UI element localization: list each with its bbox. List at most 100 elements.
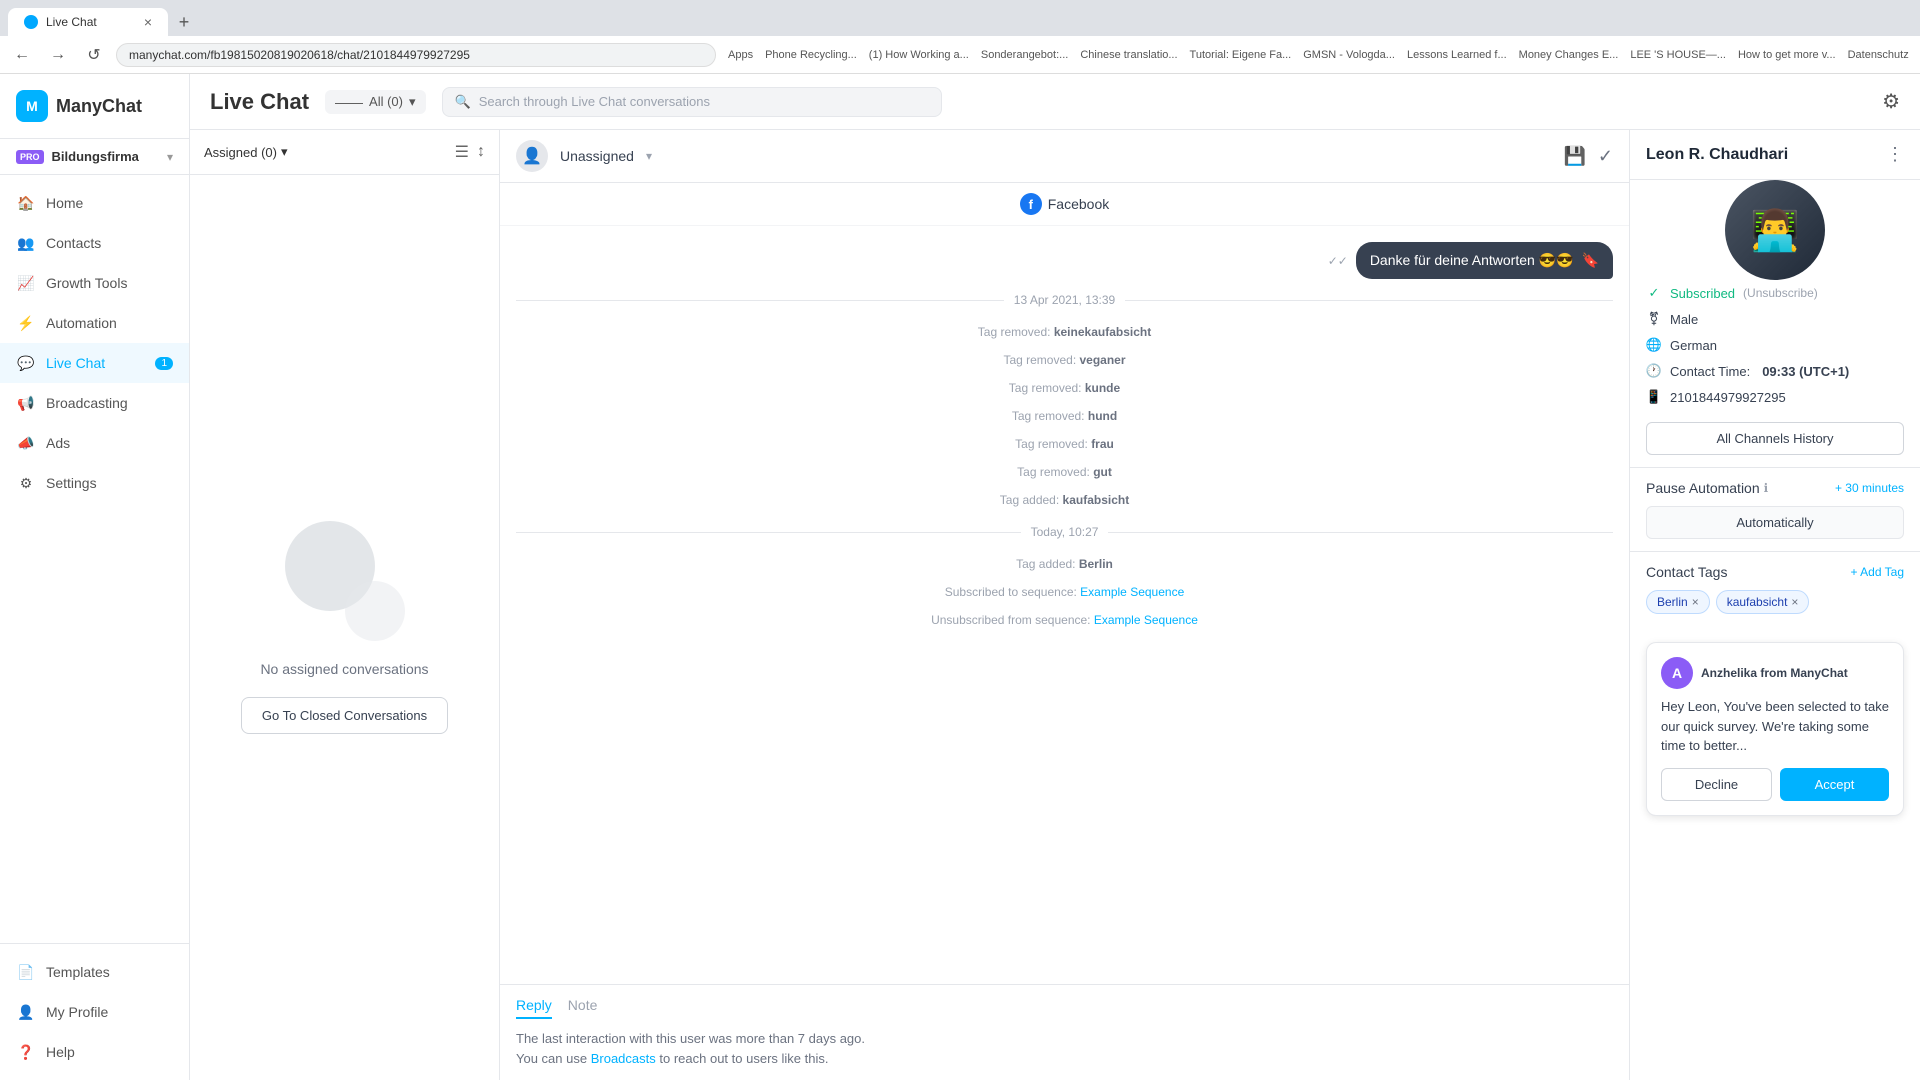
sidebar-item-templates[interactable]: 📄 Templates: [0, 952, 189, 992]
message-check-icon: ✓✓: [1328, 254, 1348, 268]
bookmark-8[interactable]: Money Changes E...: [1515, 47, 1623, 63]
sequence-link-1[interactable]: Example Sequence: [1080, 585, 1184, 599]
main-content: Assigned (0) ▾ ☰ ↕ No assigned conversat…: [190, 130, 1920, 1080]
live-chat-badge: 1: [155, 357, 173, 370]
active-tab[interactable]: Live Chat ×: [8, 8, 168, 36]
event-sequence-1: Subscribed to sequence: Example Sequence: [516, 581, 1613, 603]
sidebar-item-ads[interactable]: 📣 Ads: [0, 423, 189, 463]
home-icon: 🏠: [16, 193, 36, 213]
contact-details: ✓ Subscribed (Unsubscribe) ⚧ Male 🌐 Germ…: [1630, 280, 1920, 410]
language-row: 🌐 German: [1646, 332, 1904, 358]
event-line-4: Tag removed: hund: [516, 405, 1613, 427]
bookmark-11[interactable]: Datenschutz - Re...: [1844, 47, 1912, 63]
app: M ManyChat PRO Bildungsfirma ▾ 🏠 Home 👥 …: [0, 74, 1920, 1080]
sidebar-item-live-chat[interactable]: 💬 Live Chat 1: [0, 343, 189, 383]
tag-remove-icon[interactable]: ×: [1692, 595, 1699, 609]
address-bar[interactable]: manychat.com/fb19815020819020618/chat/21…: [116, 43, 716, 67]
sidebar-item-my-profile[interactable]: 👤 My Profile: [0, 992, 189, 1032]
close-tab-icon[interactable]: ×: [144, 14, 152, 30]
tags-header: Contact Tags + Add Tag: [1646, 564, 1904, 580]
timestamp-divider-2: Today, 10:27: [516, 517, 1613, 547]
notif-avatar: A: [1661, 657, 1693, 689]
notif-decline-button[interactable]: Decline: [1661, 768, 1772, 801]
bookmark-7[interactable]: Lessons Learned f...: [1403, 47, 1511, 63]
forward-button[interactable]: →: [44, 41, 72, 69]
bookmark-10[interactable]: How to get more v...: [1734, 47, 1840, 63]
event-line-3: Tag removed: kunde: [516, 377, 1613, 399]
sidebar-item-label: Growth Tools: [46, 275, 127, 291]
bookmark-apps[interactable]: Apps: [724, 47, 757, 63]
bookmark-3[interactable]: Sonderangebot:...: [977, 47, 1072, 63]
conv-empty-state: No assigned conversations Go To Closed C…: [190, 175, 499, 1080]
automatically-button[interactable]: Automatically: [1646, 506, 1904, 539]
save-icon[interactable]: 💾: [1563, 146, 1585, 167]
search-bar[interactable]: 🔍 Search through Live Chat conversations: [442, 87, 942, 117]
chat-header-actions: 💾 ✓: [1563, 146, 1613, 167]
sidebar-item-label: Help: [46, 1044, 75, 1060]
gender-value: Male: [1670, 312, 1698, 327]
sidebar-item-broadcasting[interactable]: 📢 Broadcasting: [0, 383, 189, 423]
sidebar-item-label: Home: [46, 195, 83, 211]
event-line-5: Tag removed: frau: [516, 433, 1613, 455]
refresh-button[interactable]: ↺: [80, 41, 108, 69]
sidebar-item-growth-tools[interactable]: 📈 Growth Tools: [0, 263, 189, 303]
chevron-down-icon: ▾: [167, 150, 173, 164]
reply-notice: The last interaction with this user was …: [516, 1029, 1613, 1068]
info-icon: ℹ: [1764, 481, 1769, 495]
assignee-label: Unassigned: [560, 148, 634, 164]
filter-chevron-icon: ▾: [409, 94, 416, 110]
page-title: Live Chat: [210, 89, 309, 115]
contact-menu-icon[interactable]: ⋮: [1886, 144, 1904, 165]
new-tab-button[interactable]: +: [170, 8, 198, 36]
add-tag-button[interactable]: + Add Tag: [1851, 565, 1905, 579]
empty-state-icon: [285, 521, 405, 641]
sidebar-item-automation[interactable]: ⚡ Automation: [0, 303, 189, 343]
all-channels-history-button[interactable]: All Channels History: [1646, 422, 1904, 455]
bookmark-4[interactable]: Chinese translatio...: [1076, 47, 1181, 63]
timestamp-divider-1: 13 Apr 2021, 13:39: [516, 285, 1613, 315]
conv-list-header: Assigned (0) ▾ ☰ ↕: [190, 130, 499, 175]
chat-header: 👤 Unassigned ▾ 💾 ✓: [500, 130, 1629, 183]
bookmark-6[interactable]: GMSN - Vologda...: [1299, 47, 1399, 63]
assigned-dropdown[interactable]: Assigned (0) ▾: [204, 144, 288, 160]
empty-state-text: No assigned conversations: [260, 661, 428, 677]
broadcasts-link[interactable]: Broadcasts: [591, 1051, 656, 1066]
reply-area: Reply Note The last interaction with thi…: [500, 984, 1629, 1080]
sidebar-item-help[interactable]: ❓ Help: [0, 1032, 189, 1072]
ads-icon: 📣: [16, 433, 36, 453]
avatar-container: 👨‍💻: [1630, 180, 1920, 280]
filter-button[interactable]: ☰: [455, 142, 469, 162]
tag-remove-icon[interactable]: ×: [1791, 595, 1798, 609]
bookmark-5[interactable]: Tutorial: Eigene Fa...: [1186, 47, 1296, 63]
back-button[interactable]: ←: [8, 41, 36, 69]
templates-icon: 📄: [16, 962, 36, 982]
reply-notice-text-2: You can use: [516, 1051, 587, 1066]
sidebar-item-contacts[interactable]: 👥 Contacts: [0, 223, 189, 263]
bookmark-message-icon[interactable]: 🔖: [1582, 252, 1599, 269]
nav-bar: ← → ↺ manychat.com/fb19815020819020618/c…: [0, 36, 1920, 74]
note-tab[interactable]: Note: [568, 997, 598, 1019]
timestamp-text-2: Today, 10:27: [1021, 525, 1109, 539]
language-value: German: [1670, 338, 1717, 353]
sequence-link-2[interactable]: Example Sequence: [1094, 613, 1198, 627]
plus-minutes-button[interactable]: + 30 minutes: [1835, 481, 1904, 495]
bookmark-9[interactable]: LEE 'S HOUSE—...: [1626, 47, 1730, 63]
sidebar-item-settings[interactable]: ⚙ Settings: [0, 463, 189, 503]
reply-tab[interactable]: Reply: [516, 997, 552, 1019]
sort-button[interactable]: ↕: [477, 143, 485, 161]
check-icon[interactable]: ✓: [1598, 146, 1613, 167]
filter-dropdown[interactable]: —— All (0) ▾: [325, 90, 425, 114]
workspace-badge: PRO: [16, 150, 44, 164]
tags-list: Berlin × kaufabsicht ×: [1646, 590, 1904, 614]
bookmark-1[interactable]: Phone Recycling...: [761, 47, 861, 63]
phone-value: 2101844979927295: [1670, 390, 1786, 405]
settings-button[interactable]: ⚙: [1882, 89, 1900, 114]
bookmark-2[interactable]: (1) How Working a...: [865, 47, 973, 63]
go-closed-button[interactable]: Go To Closed Conversations: [241, 697, 448, 734]
sidebar-item-home[interactable]: 🏠 Home: [0, 183, 189, 223]
tag-label: Berlin: [1657, 595, 1688, 609]
unsubscribe-link[interactable]: (Unsubscribe): [1743, 286, 1818, 300]
notif-accept-button[interactable]: Accept: [1780, 768, 1889, 801]
workspace-selector[interactable]: PRO Bildungsfirma ▾: [0, 139, 189, 175]
notif-header: A Anzhelika from ManyChat: [1661, 657, 1889, 689]
